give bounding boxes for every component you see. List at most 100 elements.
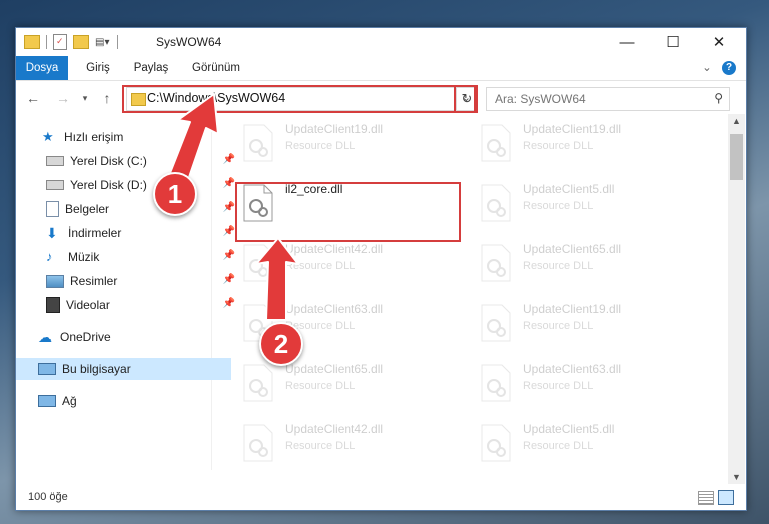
scroll-up-icon[interactable]: ▲: [732, 116, 741, 126]
sidebar-item-label: Müzik: [68, 250, 100, 264]
sidebar-item-disk-d[interactable]: Yerel Disk (D:) 📌: [16, 174, 239, 196]
file-name: UpdateClient19.dll: [523, 122, 622, 136]
separator: [46, 35, 47, 49]
dll-file-icon: [481, 304, 511, 342]
dll-file-icon: [481, 424, 511, 462]
sidebar-item-this-pc[interactable]: Bu bilgisayar: [16, 358, 231, 380]
tab-view[interactable]: Görünüm: [186, 56, 246, 80]
properties-icon[interactable]: ✓: [53, 34, 67, 50]
minimize-button[interactable]: —: [604, 28, 650, 56]
file-item[interactable]: UpdateClient65.dll Resource DLL: [475, 238, 695, 298]
file-highlight: [235, 182, 461, 242]
file-name: UpdateClient42.dll: [285, 422, 384, 436]
address-highlight: [122, 85, 478, 113]
item-count: 100 öğe: [28, 491, 68, 503]
file-item[interactable]: UpdateClient5.dll Resource DLL: [475, 418, 695, 478]
network-icon: [38, 395, 56, 407]
ribbon-expand-icon[interactable]: ⌄: [700, 56, 714, 80]
tab-home[interactable]: Giriş: [78, 56, 118, 80]
file-item[interactable]: UpdateClient19.dll Resource DLL: [237, 118, 457, 178]
tab-file[interactable]: Dosya: [16, 56, 68, 80]
dll-file-icon: [243, 124, 273, 162]
sidebar-item-label: Yerel Disk (D:): [70, 178, 147, 192]
file-type: Resource DLL: [523, 260, 594, 272]
video-icon: [46, 297, 60, 313]
drive-icon: [46, 180, 64, 190]
sidebar-item-label: Resimler: [70, 274, 118, 288]
file-type: Resource DLL: [285, 380, 356, 392]
file-item[interactable]: UpdateClient19.dll Resource DLL: [475, 118, 695, 178]
folder-icon[interactable]: [24, 35, 40, 49]
file-name: UpdateClient5.dll: [523, 182, 615, 196]
refresh-highlight: [454, 85, 476, 113]
help-icon[interactable]: ?: [722, 61, 736, 75]
explorer-window: ✓ ▤▾ SysWOW64 — ☐ ✕ Dosya Giriş Paylaş G…: [15, 27, 747, 511]
scroll-down-icon[interactable]: ▼: [732, 472, 741, 482]
sidebar-item-label: Videolar: [66, 298, 110, 312]
new-folder-icon[interactable]: [73, 35, 89, 49]
computer-icon: [38, 363, 56, 375]
star-icon: ★: [42, 129, 54, 144]
scroll-thumb[interactable]: [730, 134, 743, 180]
tab-share[interactable]: Paylaş: [126, 56, 176, 80]
file-name: UpdateClient42.dll: [285, 242, 384, 256]
file-item[interactable]: UpdateClient63.dll Resource DLL: [475, 358, 695, 418]
step-2-badge: 2: [259, 322, 303, 366]
document-icon: [46, 201, 59, 217]
file-type: Resource DLL: [523, 140, 594, 152]
separator: [117, 35, 119, 49]
sidebar-item-label: İndirmeler: [68, 226, 122, 240]
file-name: UpdateClient19.dll: [285, 122, 384, 136]
file-name: UpdateClient63.dll: [285, 302, 384, 316]
quick-access-toolbar: ✓ ▤▾: [24, 34, 119, 50]
drive-icon: [46, 156, 64, 166]
sidebar-item-onedrive[interactable]: ☁ OneDrive: [16, 326, 231, 348]
file-type: Resource DLL: [285, 440, 356, 452]
file-item[interactable]: UpdateClient5.dll Resource DLL: [475, 178, 695, 238]
sidebar-item-music[interactable]: ♪ Müzik 📌: [16, 246, 239, 268]
back-arrow-icon[interactable]: ←: [24, 89, 42, 107]
customize-icon[interactable]: ▤▾: [95, 37, 109, 48]
maximize-button[interactable]: ☐: [650, 28, 696, 56]
dll-file-icon: [243, 424, 273, 462]
sidebar-item-pictures[interactable]: Resimler 📌: [16, 270, 239, 292]
title-bar: ✓ ▤▾ SysWOW64 — ☐ ✕: [16, 28, 746, 56]
tiles-view-icon[interactable]: [718, 490, 734, 505]
search-icon: ⚲: [714, 91, 723, 105]
sidebar-item-label: Yerel Disk (C:): [70, 154, 147, 168]
file-name: UpdateClient65.dll: [523, 242, 622, 256]
dll-file-icon: [243, 244, 273, 282]
window-title: SysWOW64: [156, 35, 222, 49]
file-item[interactable]: UpdateClient42.dll Resource DLL: [237, 238, 457, 298]
status-bar: 100 öğe: [16, 486, 746, 510]
music-icon: ♪: [46, 249, 53, 264]
vertical-scrollbar[interactable]: ▲ ▼: [728, 114, 745, 484]
file-item[interactable]: UpdateClient42.dll Resource DLL: [237, 418, 457, 478]
search-box[interactable]: ⚲: [486, 87, 730, 111]
search-input[interactable]: [493, 91, 697, 107]
file-name: UpdateClient19.dll: [523, 302, 622, 316]
forward-arrow-icon[interactable]: →: [54, 89, 72, 107]
step-1-badge: 1: [153, 172, 197, 216]
sidebar-item-quick-access[interactable]: ★ Hızlı erişim: [16, 126, 235, 148]
sidebar-item-documents[interactable]: Belgeler 📌: [16, 198, 239, 220]
file-name: UpdateClient63.dll: [523, 362, 622, 376]
details-view-icon[interactable]: [698, 491, 714, 505]
file-item[interactable]: UpdateClient65.dll Resource DLL: [237, 358, 457, 418]
file-type: Resource DLL: [523, 320, 594, 332]
recent-locations-icon[interactable]: ▾: [76, 89, 94, 107]
sidebar-item-label: Ağ: [62, 394, 77, 408]
close-button[interactable]: ✕: [696, 28, 742, 56]
dll-file-icon: [481, 364, 511, 402]
cloud-icon: ☁: [38, 329, 52, 345]
file-name: UpdateClient65.dll: [285, 362, 384, 376]
sidebar-item-downloads[interactable]: ⬇ İndirmeler 📌: [16, 222, 239, 244]
sidebar-item-network[interactable]: Ağ: [16, 390, 231, 412]
sidebar-item-videos[interactable]: Videolar 📌: [16, 294, 239, 316]
sidebar-item-label: Bu bilgisayar: [62, 362, 131, 376]
sidebar-item-label: OneDrive: [60, 330, 111, 344]
sidebar-item-disk-c[interactable]: Yerel Disk (C:) 📌: [16, 150, 239, 172]
file-item[interactable]: UpdateClient19.dll Resource DLL: [475, 298, 695, 358]
up-arrow-icon[interactable]: ↑: [98, 89, 116, 107]
dll-file-icon: [481, 124, 511, 162]
